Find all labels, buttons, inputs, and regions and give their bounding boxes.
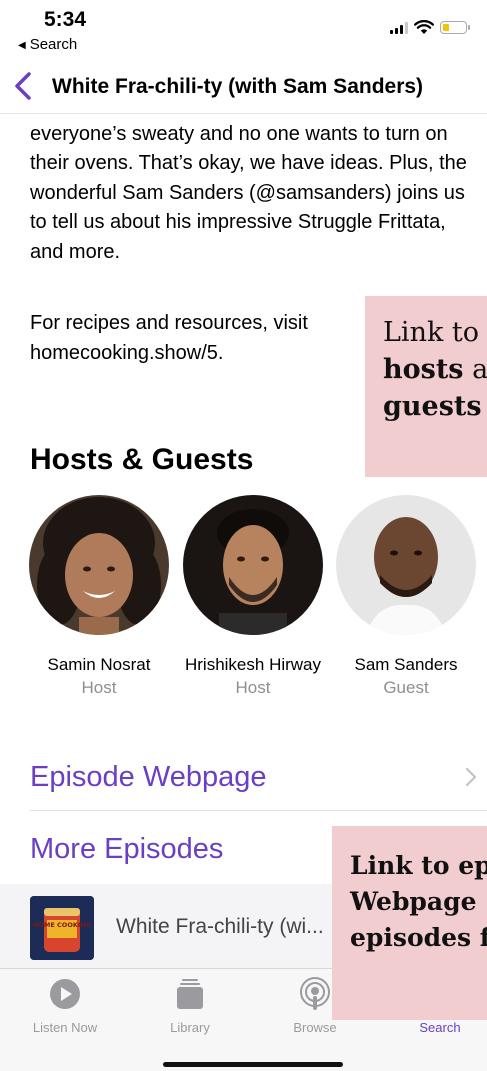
annotation-text: Link to episode — [350, 851, 487, 880]
episode-webpage-link[interactable]: Episode Webpage — [30, 749, 487, 811]
back-triangle-icon: ◀ — [18, 40, 26, 51]
tab-label: Library — [170, 1020, 210, 1035]
episode-artwork-text: HOME COOKING — [33, 921, 91, 929]
episode-webpage-label: Episode Webpage — [30, 761, 267, 793]
wifi-icon — [414, 20, 434, 34]
annotation-text: Link to — [383, 317, 480, 348]
person-role: Host — [81, 678, 117, 697]
tab-listen-now[interactable]: Listen Now — [10, 977, 120, 1035]
person-card[interactable]: Samin Nosrat Host — [24, 495, 174, 699]
back-button[interactable] — [8, 66, 38, 106]
battery-icon — [440, 21, 470, 34]
person-role: Host — [235, 678, 271, 697]
status-icons — [390, 20, 470, 35]
person-card[interactable]: Hrishikesh Hirway Host — [178, 495, 328, 699]
hosts-guests-heading: Hosts & Guests — [30, 443, 254, 476]
avatar — [336, 495, 476, 635]
episode-artwork: HOME COOKING — [30, 896, 94, 960]
play-circle-icon — [50, 979, 80, 1009]
episode-title: White Fra-chili-ty (with Sam Sanders) — [52, 75, 424, 98]
back-to-search-label: Search — [29, 36, 78, 53]
avatar — [183, 495, 323, 635]
tab-library[interactable]: Library — [135, 977, 245, 1035]
library-stack-icon — [177, 979, 203, 1009]
chevron-right-icon — [465, 767, 477, 787]
person-name: Sam Sanders — [354, 655, 458, 674]
avatar — [29, 495, 169, 635]
back-to-search-link[interactable]: ◀ Search — [18, 36, 77, 53]
cellular-signal-icon — [390, 21, 408, 34]
annotation-text: episodes from — [350, 923, 487, 952]
tab-label: Search — [419, 1020, 461, 1035]
annotation-text: hosts — [383, 354, 464, 385]
person-name: Hrishikesh Hirway — [184, 655, 322, 674]
navigation-bar: White Fra-chili-ty (with Sam Sanders) — [0, 62, 487, 114]
annotation-note: Link to episode Webpage + more episodes … — [332, 826, 487, 1020]
home-indicator[interactable] — [163, 1062, 343, 1067]
episode-description: run, so we have, too! But now, it’s hot … — [30, 104, 467, 263]
tab-label: Browse — [293, 1020, 337, 1035]
tab-label: Listen Now — [32, 1020, 98, 1035]
person-name: Samin Nosrat — [47, 655, 151, 674]
annotation-text: guests — [383, 391, 482, 422]
status-time: 5:34 — [44, 8, 87, 31]
status-bar: 5:34 ◀ Search — [0, 0, 487, 62]
chevron-left-icon — [15, 72, 31, 100]
person-role: Guest — [383, 678, 429, 697]
annotation-note: Link to hosts and guests — [365, 296, 487, 477]
more-episodes-heading[interactable]: More Episodes — [30, 833, 223, 866]
episode-list-title: White Fra-chili-ty (wi... — [116, 915, 324, 938]
annotation-text: Webpage + more — [350, 887, 487, 916]
person-card[interactable]: Sam Sanders Guest — [331, 495, 481, 699]
episode-resources-text: For recipes and resources, visit homecoo… — [30, 312, 308, 364]
annotation-text: and — [472, 354, 487, 385]
podcast-broadcast-icon — [300, 977, 330, 1010]
